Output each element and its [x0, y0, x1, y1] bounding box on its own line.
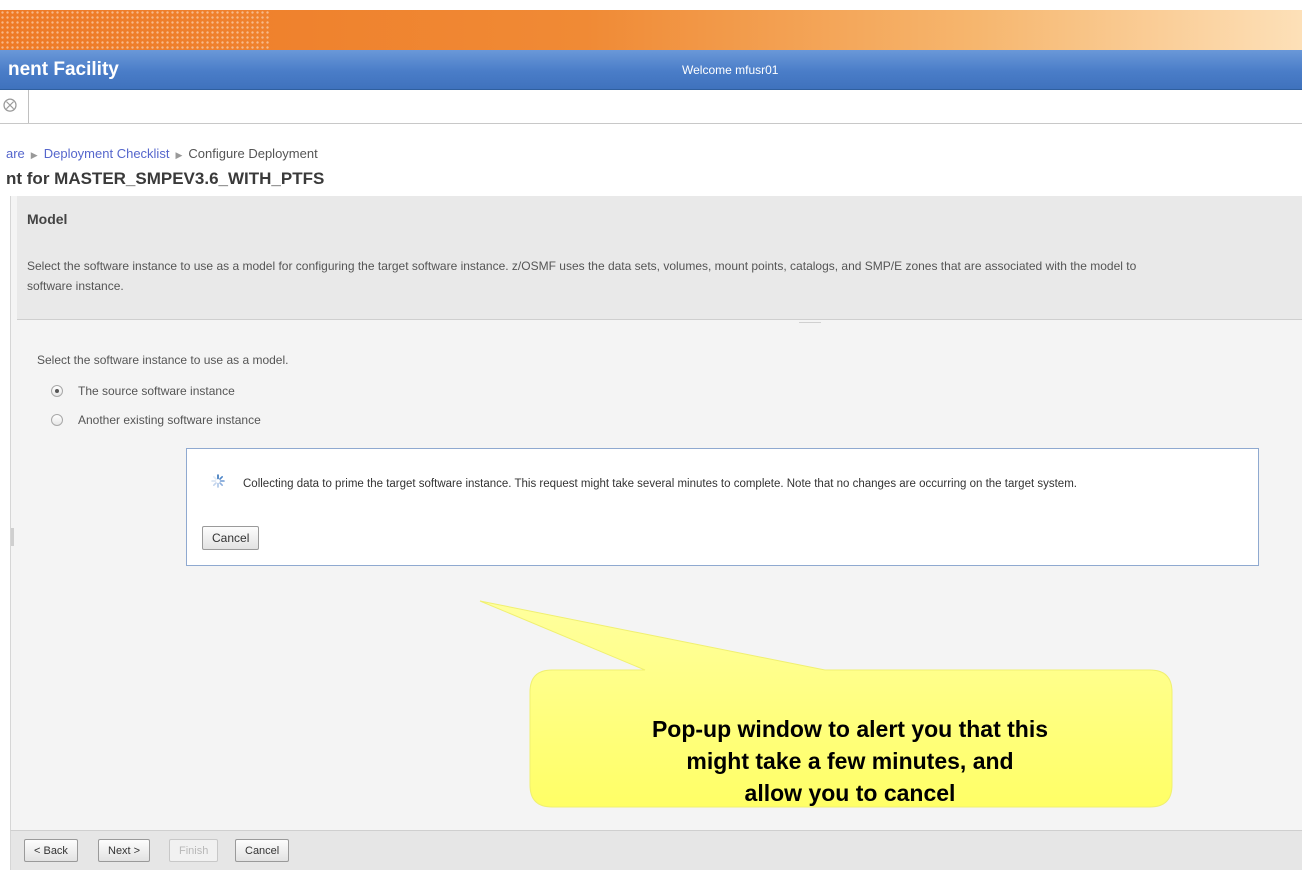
breadcrumb-separator-icon: ▶	[175, 150, 183, 160]
description-line-1: Select the software instance to use as a…	[27, 259, 1137, 273]
model-section: Model Select the software instance to us…	[17, 196, 1302, 320]
callout-line: allow you to cancel	[744, 780, 956, 806]
section-description: Select the software instance to use as a…	[27, 256, 1302, 296]
breadcrumb-separator-icon: ▶	[30, 150, 38, 160]
dialog-message: Collecting data to prime the target soft…	[243, 478, 1077, 490]
splitter-handle[interactable]	[799, 322, 821, 323]
title-bar: nent Facility Welcome mfusr01	[0, 50, 1302, 90]
breadcrumb-link-deployment-checklist[interactable]: Deployment Checklist	[44, 146, 170, 161]
dialog-cancel-button[interactable]: Cancel	[202, 526, 260, 550]
model-prompt: Select the software instance to use as a…	[37, 353, 289, 367]
left-edge-marker	[11, 528, 14, 546]
callout-text: Pop-up window to alert you that this mig…	[530, 713, 1170, 809]
close-tab-icon[interactable]: ⨂	[3, 97, 17, 111]
spinner-icon	[211, 474, 225, 488]
top-banner	[0, 10, 1302, 50]
tab-strip: ⨂	[0, 90, 1302, 124]
banner-pattern	[0, 10, 270, 50]
callout-line: might take a few minutes, and	[686, 748, 1014, 774]
progress-dialog: Collecting data to prime the target soft…	[186, 448, 1259, 566]
radio-button[interactable]	[51, 414, 63, 426]
page-title: nt for MASTER_SMPEV3.6_WITH_PTFS	[6, 169, 325, 188]
radio-button[interactable]	[51, 385, 63, 397]
breadcrumb: are ▶ Deployment Checklist ▶ Configure Deplo…	[6, 146, 318, 161]
radio-label: Another existing software instance	[78, 413, 261, 427]
app-title: nent Facility	[8, 59, 119, 80]
welcome-text: Welcome mfusr01	[682, 63, 779, 77]
back-button[interactable]: < Back	[24, 839, 78, 862]
description-line-2: software instance.	[27, 279, 124, 293]
breadcrumb-current: Configure Deployment	[188, 146, 318, 161]
wizard-footer: < Back Next > Finish Cancel	[10, 830, 1302, 870]
radio-label: The source software instance	[78, 384, 235, 398]
callout-line: Pop-up window to alert you that this	[651, 716, 1049, 742]
breadcrumb-link-software[interactable]: are	[6, 146, 25, 161]
finish-button: Finish	[169, 839, 219, 862]
section-heading: Model	[27, 211, 68, 227]
radio-selected-dot	[55, 389, 59, 393]
next-button[interactable]: Next >	[98, 839, 151, 862]
tab-active[interactable]: ⨂	[0, 90, 29, 123]
cancel-button[interactable]: Cancel	[235, 839, 290, 862]
